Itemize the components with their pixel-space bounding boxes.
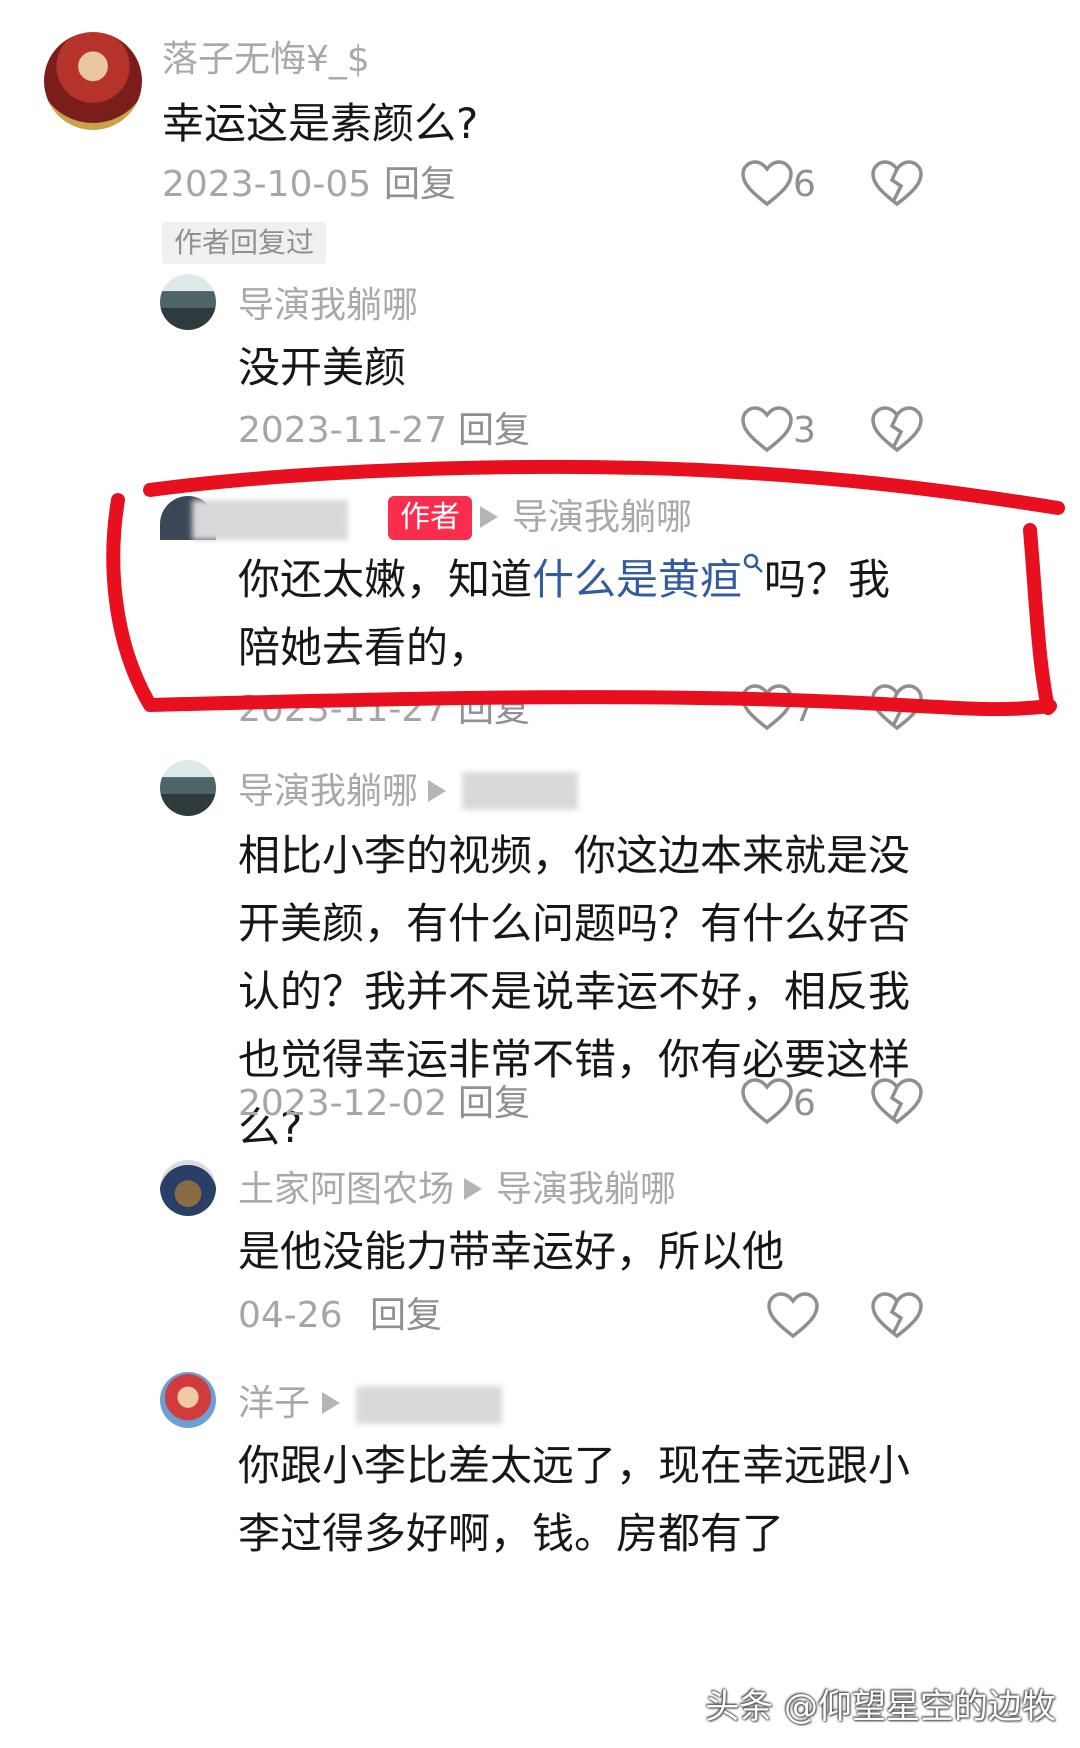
comment-username[interactable]: 洋子: [238, 1382, 310, 1426]
comment-username[interactable]: 土家阿图农场: [238, 1168, 454, 1212]
watermark: 头条 @仰望星空的边牧: [705, 1687, 1056, 1727]
like-heart-icon[interactable]: [740, 1078, 794, 1126]
comment-date: 2023-12-02: [238, 1083, 448, 1124]
comment-date: 04-26: [238, 1295, 343, 1336]
avatar[interactable]: [160, 1372, 216, 1428]
redacted-username: [462, 772, 578, 810]
redacted-username: [356, 1386, 502, 1424]
like-count: 6: [793, 1083, 816, 1124]
avatar[interactable]: [160, 760, 216, 816]
like-heart-icon[interactable]: [766, 1292, 820, 1340]
red-highlight-annotation: [106, 459, 1065, 717]
reply-button[interactable]: 回复: [370, 1294, 442, 1338]
reply-button[interactable]: 回复: [458, 1082, 530, 1126]
reply-arrow-icon: [428, 780, 446, 802]
dislike-broken-heart-icon[interactable]: [870, 1292, 924, 1340]
avatar[interactable]: [160, 1160, 216, 1216]
comment-text: 是他没能力带幸运好，所以他: [238, 1227, 785, 1276]
reply-arrow-icon: [464, 1178, 482, 1200]
comment-username[interactable]: 导演我躺哪: [238, 770, 418, 814]
reply-to-username[interactable]: 导演我躺哪: [496, 1168, 676, 1212]
comment-text: 你跟小李比差太远了，现在幸远跟小李过得多好啊，钱。房都有了: [238, 1441, 911, 1558]
reply-arrow-icon: [322, 1392, 340, 1414]
dislike-broken-heart-icon[interactable]: [870, 1078, 924, 1126]
